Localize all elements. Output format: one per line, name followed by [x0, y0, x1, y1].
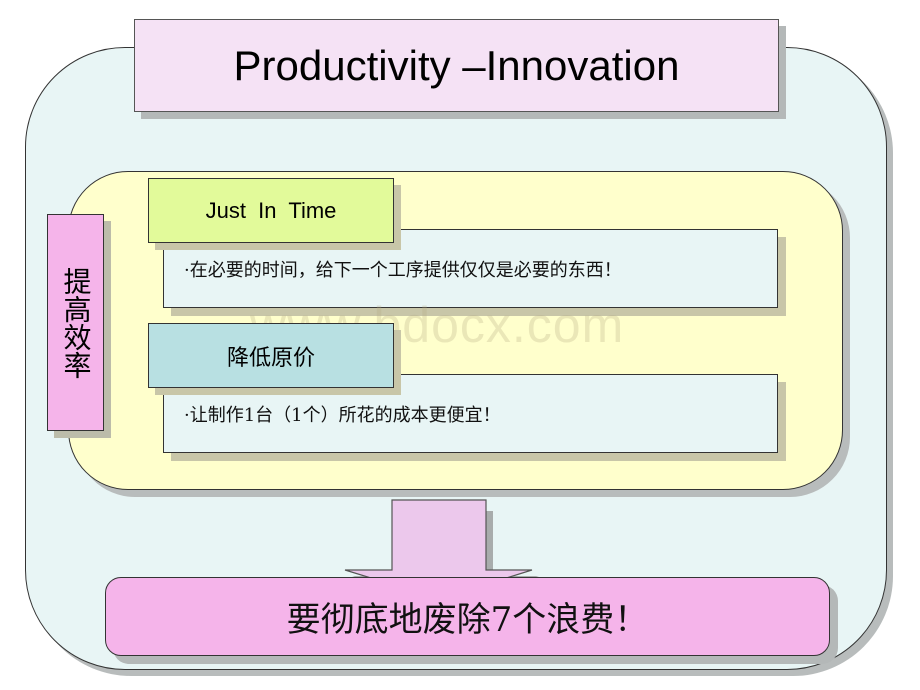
cost-header-text: 降低原价 [226, 345, 315, 371]
conclusion-box: 要彻底地废除7个浪费！ [105, 577, 830, 656]
page-title: Productivity –Innovation [134, 19, 779, 112]
side-label-text: 提高效率 [59, 266, 93, 379]
jit-header-box: Just In Time [148, 178, 394, 243]
cost-header-box: 降低原价 [148, 323, 394, 388]
jit-header-text: Just In Time [205, 197, 337, 223]
conclusion-text: 要彻底地废除7个浪费！ [286, 600, 649, 640]
page-title-text: Productivity –Innovation [233, 41, 680, 89]
side-label-box: 提高效率 [47, 214, 104, 431]
cost-description-text: ·让制作1台（1个）所花的成本更便宜！ [184, 404, 501, 426]
jit-description-text: ·在必要的时间，给下一个工序提供仅仅是必要的东西！ [184, 259, 622, 281]
